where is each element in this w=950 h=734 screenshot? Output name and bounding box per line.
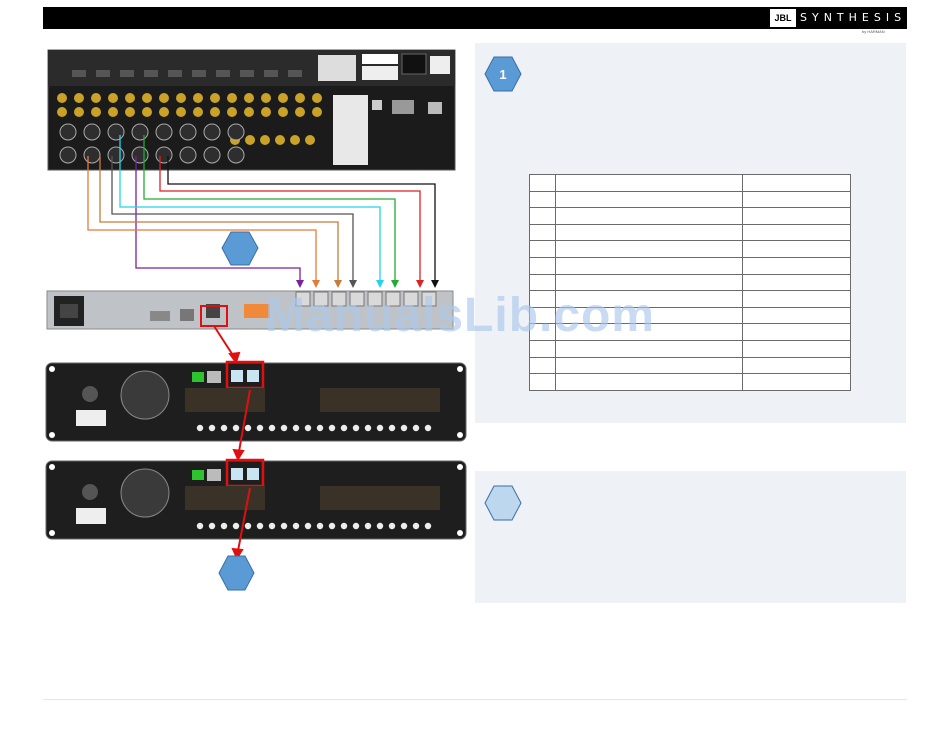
table-cell [555,223,743,242]
table-cell [742,190,851,209]
amplifier-unit-1 [45,360,467,442]
table-cell [529,240,556,258]
step-badge-1: 1 [484,56,522,92]
table-cell [555,207,743,225]
table-cell [555,190,743,209]
table-cell [742,223,851,242]
table-row [529,256,851,275]
step-badge-light [484,485,522,521]
step-badge-1-label: 1 [499,67,506,82]
table-cell [742,323,851,341]
table-cell [742,373,851,391]
table-cell [742,290,851,308]
table-row [529,190,851,209]
table-cell [742,256,851,275]
info-panel-bottom [475,471,906,603]
audio-processor-unit [47,49,456,171]
table-cell [529,373,556,391]
table-cell [742,240,851,258]
table-cell [742,339,851,358]
table-cell [529,256,556,275]
table-cell [742,207,851,225]
step-badge-middle [221,231,259,266]
table-row [529,223,851,242]
table-cell [555,356,743,375]
table-row [529,240,851,258]
brand-name: SYNTHESIS [800,11,907,24]
table-cell [555,240,743,258]
table-row [529,174,851,192]
table-cell [742,306,851,325]
watermark: ManualsLib.com [265,289,656,342]
table-row [529,373,851,391]
table-cell [529,207,556,225]
table-cell [529,190,556,209]
table-row [529,356,851,375]
table-cell [529,356,556,375]
table-cell [529,223,556,242]
table-row [529,207,851,225]
table-cell [742,174,851,192]
table-cell [742,273,851,292]
step-badge-bottom [218,555,255,591]
footer-divider [43,699,907,700]
jbl-logo: JBL [770,9,796,27]
table-cell [555,373,743,391]
table-cell [555,256,743,275]
spec-table [529,174,851,391]
brand-sub: by HARMAN [862,29,885,34]
table-cell [529,174,556,192]
table-cell [555,174,743,192]
amplifier-unit-2 [45,458,467,540]
table-cell [742,356,851,375]
